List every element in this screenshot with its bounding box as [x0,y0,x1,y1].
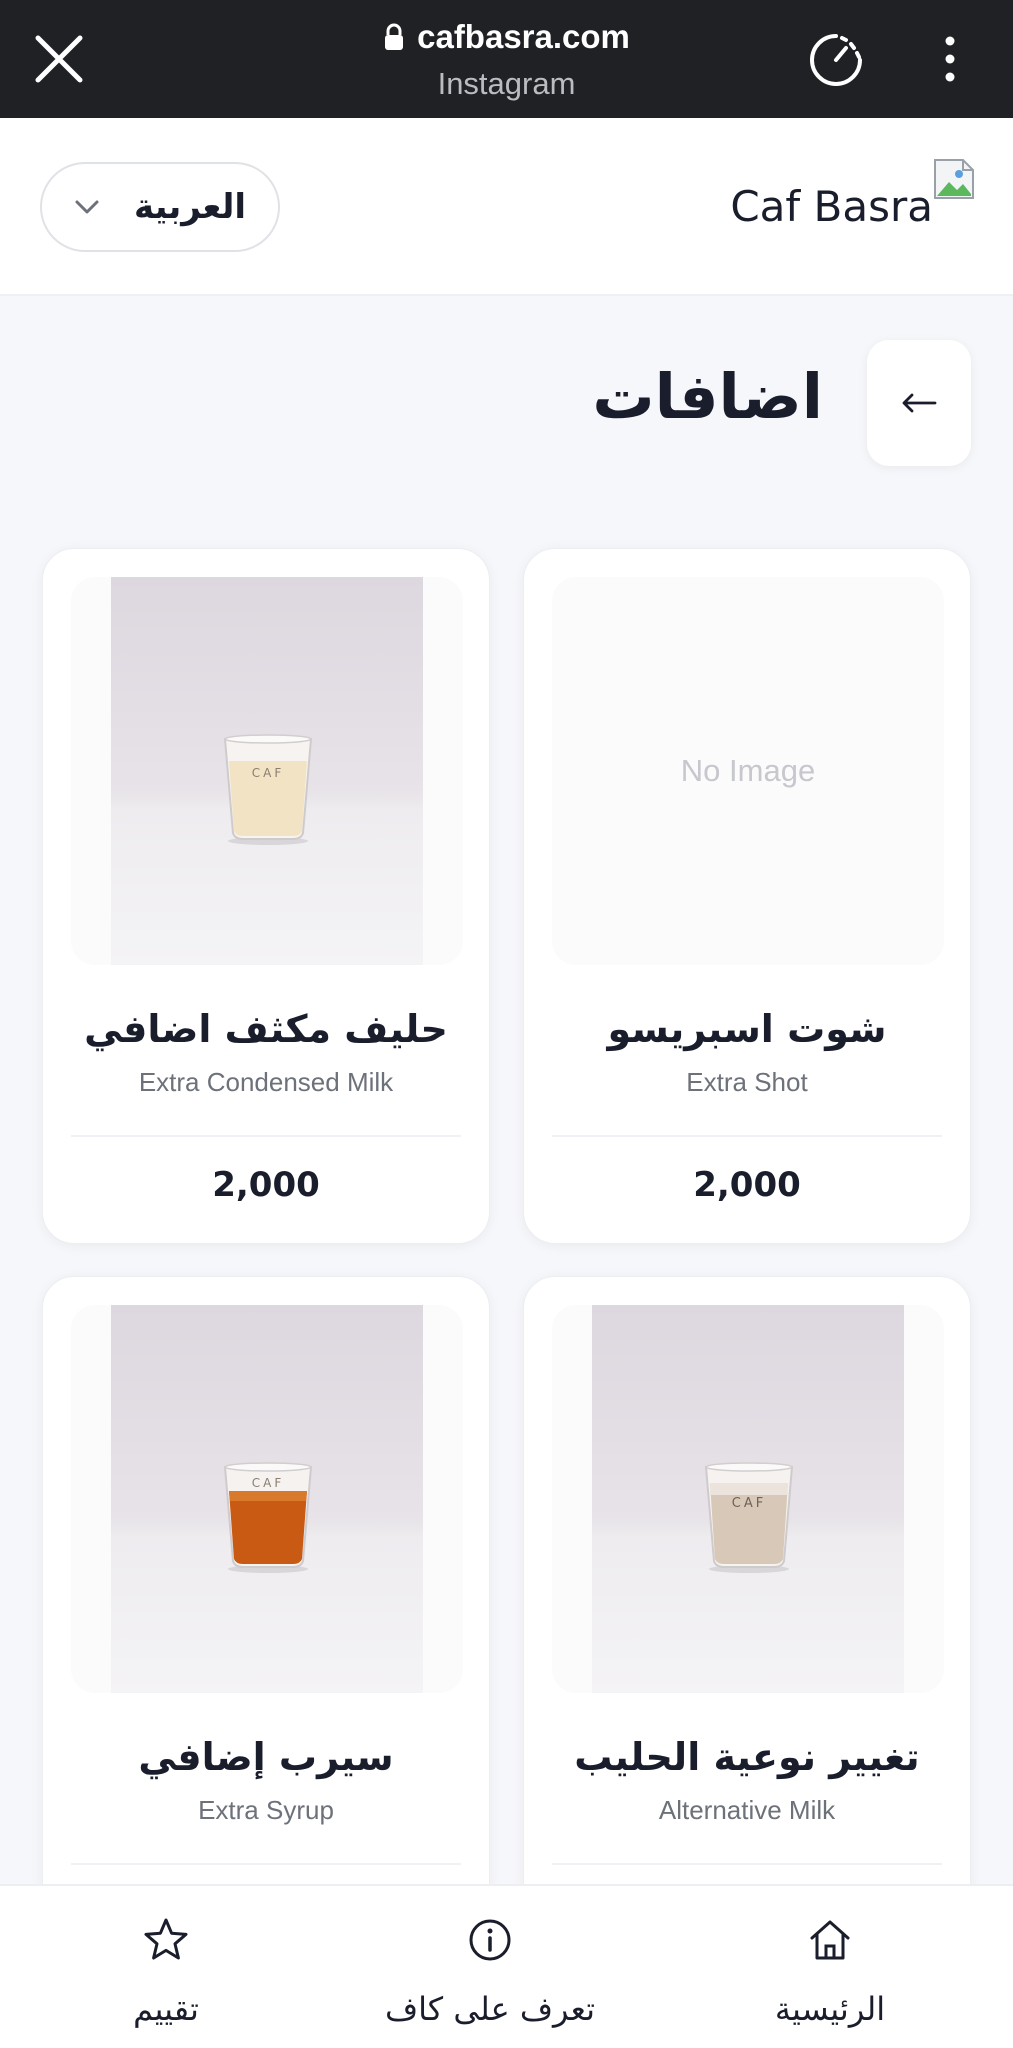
home-icon [810,1920,850,1960]
product-name: تغيير نوعية الحليب [574,1735,920,1779]
svg-text:CAF: CAF [732,1496,766,1511]
product-subtitle: Extra Shot [686,1067,808,1097]
svg-text:CAF: CAF [252,1476,285,1490]
nav-home-label: الرئيسية [774,1990,886,2028]
timer-icon[interactable] [806,30,866,90]
product-image: CAF [71,1305,463,1693]
product-photo: CAF [592,1305,904,1693]
product-name: حليف مكثف اضافي [84,1007,448,1051]
product-subtitle: Alternative Milk [658,1795,836,1825]
divider [552,1135,942,1137]
lock-icon [385,23,404,50]
broken-image-icon [934,159,974,199]
product-price: 2,000 [212,1165,320,1205]
divider [71,1135,461,1137]
product-price: 2,000 [693,1165,801,1205]
glass-syrup-image: CAF [223,1462,313,1573]
nav-about[interactable]: تعرف على كاف [340,1886,640,2048]
brand[interactable]: Caf Basra [730,158,975,231]
language-select[interactable]: العربية [40,162,280,252]
product-photo: CAF [111,577,423,965]
nav-rate[interactable]: تقييم [16,1886,316,2048]
product-photo: CAF [111,1305,423,1693]
product-card[interactable]: No Image شوت اسبريسو Extra Shot 2,000 [523,548,971,1244]
url-text-row: cafbasra.com [383,18,630,56]
product-image: CAF [552,1305,944,1693]
brand-name: Caf Basra [730,182,933,231]
product-image: CAF [71,577,463,965]
glass-latte-image: CAF [704,1462,794,1573]
svg-text:CAF: CAF [252,766,285,780]
no-image-placeholder: No Image [680,753,816,788]
arrow-left-icon [902,393,937,413]
product-image: No Image [552,577,944,965]
product-subtitle: Extra Syrup [198,1795,334,1825]
glass-milk-image: CAF [223,734,313,845]
product-card[interactable]: CAF سيرب إضافي Extra Syrup [42,1276,490,1972]
site-header: العربية Caf Basra [0,118,1013,296]
divider [71,1863,461,1865]
back-button[interactable] [867,340,971,466]
divider [552,1863,942,1865]
product-name: سيرب إضافي [138,1735,394,1779]
product-card[interactable]: CAF تغيير نوعية الحليب Alternative Milk [523,1276,971,1972]
nav-rate-label: تقييم [133,1990,199,2028]
nav-about-label: تعرف على كاف [384,1990,596,2028]
info-icon [469,1919,511,1961]
browser-url: cafbasra.com [417,18,630,55]
nav-home[interactable]: الرئيسية [680,1886,980,2048]
product-name: شوت اسبريسو [607,1007,887,1051]
more-vert-icon[interactable] [940,34,960,84]
star-icon [144,1918,188,1960]
browser-toolbar: cafbasra.com Instagram [0,0,1013,118]
page-title: اضافات [592,360,823,433]
bottom-navigation: الرئيسية تعرف على كاف تقييم [0,1884,1013,2048]
language-label: العربية [133,187,246,227]
chevron-down-icon [75,200,99,214]
product-subtitle: Extra Condensed Milk [138,1067,394,1097]
product-card[interactable]: CAF حليف مكثف اضافي Extra Condensed Milk… [42,548,490,1244]
